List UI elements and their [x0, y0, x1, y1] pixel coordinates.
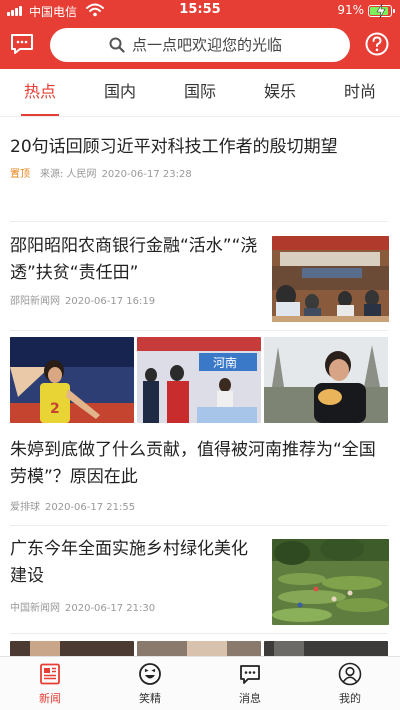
divider	[10, 633, 388, 634]
nav-label: 消息	[239, 692, 261, 705]
news-meta: 爱排球 2020-06-17 21:55	[10, 498, 388, 513]
divider	[10, 330, 388, 331]
news-source: 爱排球	[10, 502, 40, 513]
news-image[interactable]	[10, 641, 134, 656]
status-bar: 中国电信 15:55 91%	[0, 0, 400, 22]
news-image[interactable]	[137, 641, 261, 656]
news-title: 广东今年全面实施乡村绿化美化建设	[10, 539, 248, 586]
news-item[interactable]: 20句话回顾习近平对科技工作者的殷切期望 置顶 来源: 人民网 2020-06-17…	[10, 134, 388, 180]
message-icon	[240, 665, 260, 684]
bottom-navigation: 新闻 笑精 消息 我的	[0, 656, 400, 710]
nav-label: 我的	[339, 692, 361, 705]
nav-news[interactable]: 新闻	[0, 657, 100, 710]
nav-messages[interactable]: 消息	[200, 657, 300, 710]
news-source: 邵阳新闻网	[10, 296, 60, 307]
message-square-icon[interactable]	[9, 31, 35, 57]
battery-percent: 91%	[337, 3, 364, 17]
news-thumbnail[interactable]	[272, 539, 389, 625]
news-title: 朱婷到底做了什么贡献，值得被河南推荐为“全国劳模”？原因在此	[10, 440, 376, 487]
tab-hot[interactable]: 热点	[0, 69, 80, 116]
divider	[10, 525, 388, 526]
news-meta: 中国新闻网 2020-06-17 21:30	[10, 599, 262, 614]
news-time: 2020-06-17 21:55	[45, 502, 136, 513]
tab-entertainment[interactable]: 娱乐	[240, 69, 320, 116]
tab-fashion[interactable]: 时尚	[320, 69, 400, 116]
category-tabs: 热点 国内 国际 娱乐 时尚	[0, 69, 400, 117]
news-time: 2020-06-17 16:19	[65, 296, 156, 307]
help-circle-icon[interactable]	[364, 31, 390, 57]
user-icon	[338, 662, 362, 686]
news-image[interactable]	[264, 641, 388, 656]
news-image[interactable]: 河南	[137, 337, 261, 423]
news-title: 邵阳昭阳农商银行金融“活水”“浇透”扶贫“责任田”	[10, 236, 258, 283]
search-icon	[109, 37, 125, 53]
news-item[interactable]: 朱婷到底做了什么贡献，值得被河南推荐为“全国劳模”？原因在此 爱排球 2020-0…	[10, 437, 388, 513]
nav-label: 笑精	[139, 692, 161, 705]
news-source: 中国新闻网	[10, 603, 60, 614]
news-meta: 置顶 来源: 人民网 2020-06-17 23:28	[10, 165, 388, 180]
svg-text:2: 2	[50, 401, 60, 417]
tab-domestic[interactable]: 国内	[80, 69, 160, 116]
news-item[interactable]: 广东今年全面实施乡村绿化美化建设 中国新闻网 2020-06-17 21:30	[10, 536, 262, 614]
nav-label: 新闻	[39, 692, 61, 705]
news-image[interactable]: 2	[10, 337, 134, 423]
search-input[interactable]	[132, 35, 342, 55]
laugh-face-icon	[139, 663, 161, 685]
nav-profile[interactable]: 我的	[300, 657, 400, 710]
newspaper-icon	[40, 663, 60, 685]
news-source: 来源: 人民网	[40, 169, 97, 180]
pinned-badge: 置顶	[10, 169, 30, 180]
tab-international[interactable]: 国际	[160, 69, 240, 116]
search-bar[interactable]	[50, 28, 350, 62]
nav-jokes[interactable]: 笑精	[100, 657, 200, 710]
news-meta: 邵阳新闻网 2020-06-17 16:19	[10, 292, 262, 307]
news-feed: 20句话回顾习近平对科技工作者的殷切期望 置顶 来源: 人民网 2020-06-17…	[0, 118, 400, 656]
news-item[interactable]: 邵阳昭阳农商银行金融“活水”“浇透”扶贫“责任田” 邵阳新闻网 2020-06-1…	[10, 233, 262, 307]
news-image[interactable]	[264, 337, 388, 423]
image-caption: 河南	[213, 355, 237, 370]
news-time: 2020-06-17 23:28	[101, 169, 192, 180]
divider	[10, 221, 388, 222]
battery-icon	[368, 4, 395, 18]
app-header: 中国电信 15:55 91%	[0, 0, 400, 69]
news-title: 20句话回顾习近平对科技工作者的殷切期望	[10, 137, 338, 157]
news-time: 2020-06-17 21:30	[65, 603, 156, 614]
news-thumbnail[interactable]	[272, 236, 389, 322]
